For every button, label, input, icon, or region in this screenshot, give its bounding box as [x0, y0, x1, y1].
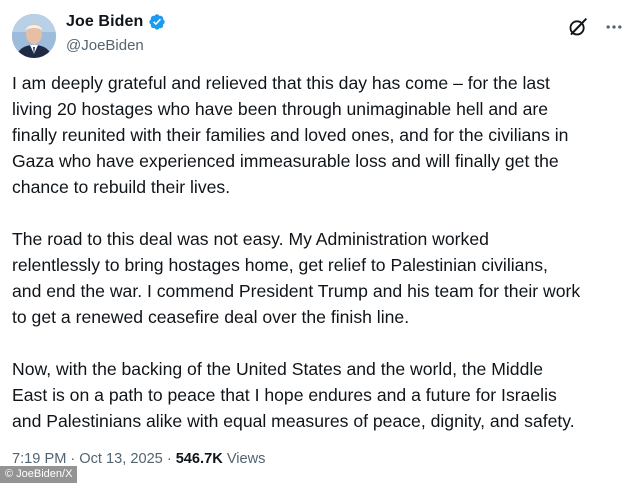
- grok-icon[interactable]: [567, 16, 589, 38]
- image-credit: © JoeBiden/X: [0, 466, 78, 483]
- more-icon[interactable]: [604, 17, 624, 37]
- post-date[interactable]: Oct 13, 2025: [79, 451, 163, 467]
- post-text: I am deeply grateful and relieved that t…: [12, 70, 624, 434]
- views-count[interactable]: 546.7K: [176, 451, 223, 467]
- meta-separator: ·: [166, 451, 172, 467]
- post-paragraph-3: Now, with the backing of the United Stat…: [12, 359, 575, 431]
- author-name-text[interactable]: Joe Biden: [66, 13, 143, 31]
- post-card: Joe Biden @JoeBiden I am deeply grateful…: [0, 0, 634, 483]
- author-handle[interactable]: @JoeBiden: [66, 37, 144, 54]
- author-display-name[interactable]: Joe Biden: [66, 13, 166, 31]
- avatar[interactable]: [12, 14, 56, 58]
- verified-badge-icon: [149, 14, 166, 30]
- meta-separator: ·: [70, 451, 76, 467]
- post-paragraph-1: I am deeply grateful and relieved that t…: [12, 73, 569, 197]
- post-time[interactable]: 7:19 PM: [12, 451, 66, 467]
- post-paragraph-2: The road to this deal was not easy. My A…: [12, 229, 581, 327]
- views-label: Views: [226, 451, 266, 467]
- avatar-image: [12, 14, 56, 58]
- post-metadata: 7:19 PM · Oct 13, 2025 · 546.7K Views: [12, 451, 265, 467]
